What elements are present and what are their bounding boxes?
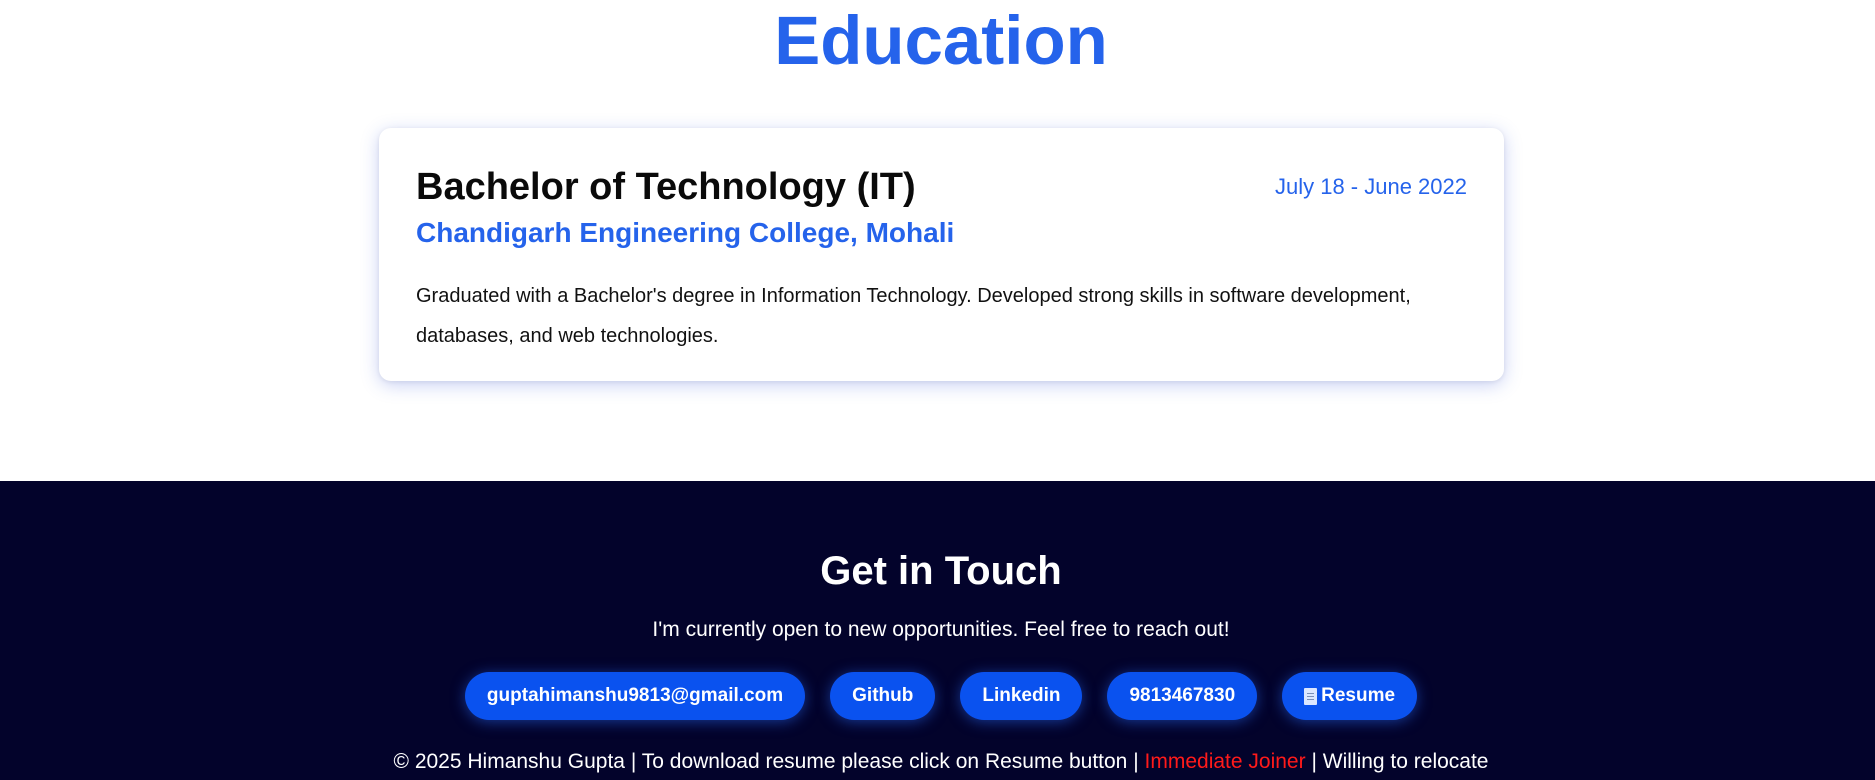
github-link[interactable]: Github [830,672,936,720]
relocate-text: Willing to relocate [1322,750,1489,773]
separator: | [630,750,637,773]
contact-footer: Get in Touch I'm currently open to new o… [0,481,1875,780]
copyright-text: © 2025 Himanshu Gupta [393,750,625,773]
institution-name: Chandigarh Engineering College, Mohali [416,217,955,248]
contact-subtitle: I'm currently open to new opportunities.… [652,618,1230,641]
copyright-line: © 2025 Himanshu Gupta | To download resu… [0,747,1875,777]
separator: | [1311,750,1317,773]
resume-button[interactable]: Resume [1282,672,1418,720]
email-link[interactable]: guptahimanshu9813@gmail.com [464,672,806,720]
education-description: Graduated with a Bachelor's degree in In… [416,285,1411,347]
education-dates: July 18 - June 2022 [1274,174,1467,199]
education-title: Education [774,2,1108,79]
separator: | [1133,750,1139,773]
download-note: To download resume please click on Resum… [641,750,1128,773]
degree-title: Bachelor of Technology (IT) [416,166,916,208]
contact-title: Get in Touch [820,549,1062,593]
resume-label: Resume [1321,685,1396,706]
linkedin-link[interactable]: Linkedin [960,672,1083,720]
education-section: Education Bachelor of Technology (IT) Ju… [0,0,1875,481]
education-card: Bachelor of Technology (IT) July 18 - Ju… [379,128,1504,381]
phone-link[interactable]: 9813467830 [1107,672,1258,720]
page: Education Bachelor of Technology (IT) Ju… [0,0,1875,780]
immediate-joiner-text: Immediate Joiner [1144,750,1306,773]
contact-links: guptahimanshu9813@gmail.com Github Linke… [0,672,1875,720]
document-icon [1304,687,1318,705]
